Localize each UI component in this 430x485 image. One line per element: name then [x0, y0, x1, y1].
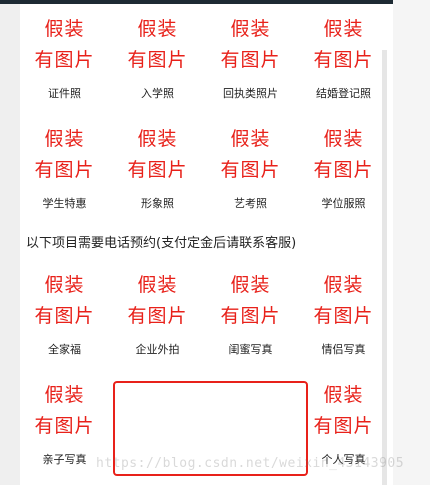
- image-placeholder: 假装 有图片: [127, 274, 188, 327]
- item-label: 形象照: [141, 197, 174, 210]
- item-label: 全家福: [48, 343, 81, 356]
- image-placeholder: 假装 有图片: [34, 128, 95, 181]
- item-label: 企业外拍: [135, 343, 180, 356]
- watermark-text: https://blog.csdn.net/weixin_43143905: [96, 456, 405, 471]
- image-placeholder: 假装 有图片: [127, 18, 188, 71]
- grid-item-marriage-photo[interactable]: 假装 有图片 结婚登记照: [297, 14, 390, 101]
- item-label: 入学照: [141, 87, 174, 100]
- grid-item-parent-child[interactable]: 假装 有图片 亲子写真: [18, 380, 111, 467]
- image-placeholder: 假装 有图片: [34, 18, 95, 71]
- item-label: 证件照: [48, 87, 81, 100]
- grid-item-family-portrait[interactable]: 假装 有图片 全家福: [18, 270, 111, 357]
- grid-item-art-exam-photo[interactable]: 假装 有图片 艺考照: [204, 124, 297, 211]
- image-placeholder: 假装 有图片: [313, 384, 374, 437]
- right-gutter: [393, 0, 430, 485]
- item-label: 学生特惠: [42, 197, 87, 210]
- image-placeholder: 假装 有图片: [127, 128, 188, 181]
- grid-item-receipt-photo[interactable]: 假装 有图片 回执类照片: [204, 14, 297, 101]
- grid-item-besties-portrait[interactable]: 假装 有图片 闺蜜写真: [204, 270, 297, 357]
- image-placeholder: 假装 有图片: [313, 128, 374, 181]
- grid-item-enrollment-photo[interactable]: 假装 有图片 入学照: [111, 14, 204, 101]
- image-placeholder: 假装 有图片: [220, 274, 281, 327]
- grid-item-image-photo[interactable]: 假装 有图片 形象照: [111, 124, 204, 211]
- image-placeholder: 假装 有图片: [220, 128, 281, 181]
- image-placeholder: 假装 有图片: [34, 274, 95, 327]
- item-label: 学位服照: [321, 197, 366, 210]
- item-label: 闺蜜写真: [228, 343, 273, 356]
- item-label: 艺考照: [234, 197, 267, 210]
- grid-item-corporate-outdoor[interactable]: 假装 有图片 企业外拍: [111, 270, 204, 357]
- grid-item-id-photo[interactable]: 假装 有图片 证件照: [18, 14, 111, 101]
- image-placeholder: 假装 有图片: [220, 18, 281, 71]
- image-placeholder: 假装 有图片: [34, 384, 95, 437]
- image-placeholder: 假装 有图片: [313, 18, 374, 71]
- section-note: 以下项目需要电话预约(支付定金后请联系客服): [26, 236, 297, 251]
- item-label: 回执类照片: [223, 87, 278, 100]
- grid-item-couple-portrait[interactable]: 假装 有图片 情侣写真: [297, 270, 390, 357]
- item-label: 结婚登记照: [316, 87, 371, 100]
- grid-item-personal-portrait[interactable]: 假装 有图片 个人写真: [297, 380, 390, 467]
- grid-item-gown-photo[interactable]: 假装 有图片 学位服照: [297, 124, 390, 211]
- grid-item-student-special[interactable]: 假装 有图片 学生特惠: [18, 124, 111, 211]
- item-label: 情侣写真: [321, 343, 366, 356]
- image-placeholder: 假装 有图片: [313, 274, 374, 327]
